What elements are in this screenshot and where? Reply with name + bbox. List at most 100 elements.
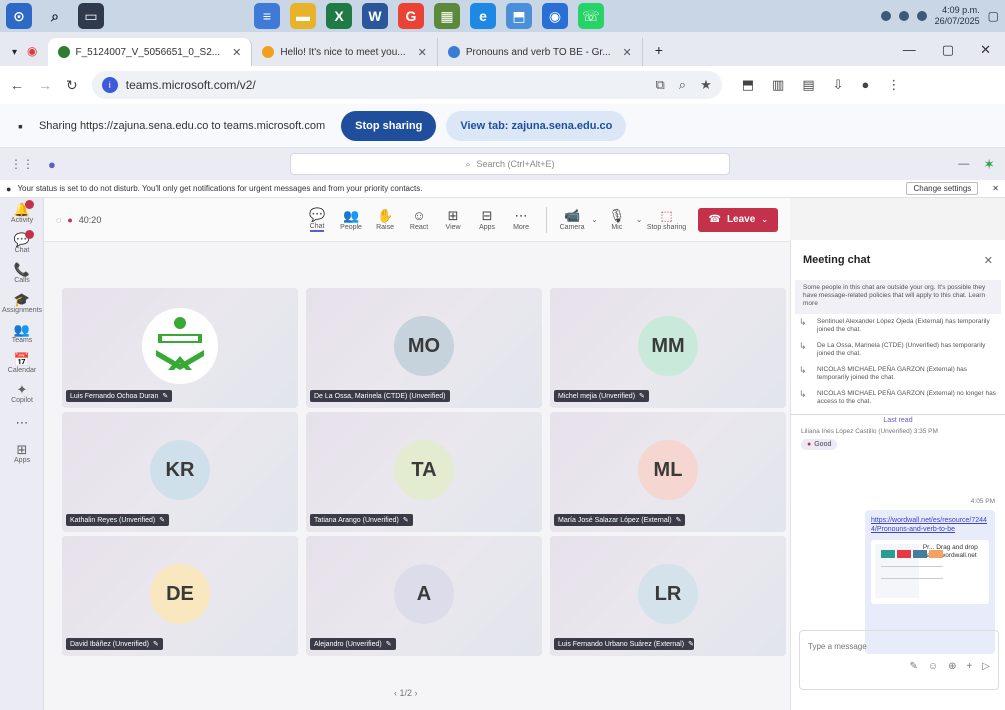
store-icon[interactable]: ⬒ (506, 3, 532, 29)
attach-icon[interactable]: ⊕ (948, 661, 956, 672)
task-view-icon[interactable]: ▭ (78, 3, 104, 29)
participant-tile[interactable]: MO De La Ossa, Marinela (CTDE) (Unverifi… (306, 288, 542, 408)
screen-share-icon[interactable]: ⧉ (656, 77, 665, 93)
participant-tile[interactable]: LR Luis Fernando Urbano Suárez (External… (550, 536, 786, 656)
back-icon[interactable]: ← (10, 77, 24, 93)
extensions-icon[interactable]: ⬒ (742, 77, 754, 93)
participant-tile[interactable]: ML María José Salazar López (External) ✎ (550, 412, 786, 532)
profile-icon[interactable]: ● (862, 77, 870, 93)
app-launcher-icon[interactable]: ⋮⋮ (10, 157, 34, 171)
teams-search-box[interactable]: ⌕ Search (Ctrl+Alt+E) (290, 153, 730, 175)
zoom-icon[interactable]: ⌕ (679, 77, 686, 93)
participant-tile[interactable]: TA Tatiana Arango (Unverified) ✎ (306, 412, 542, 532)
participant-tile[interactable]: DE David Ibáñez (Unverified) ✎ (62, 536, 298, 656)
link-preview-card[interactable]: Pr... Drag and drop eac... wordwall.net (871, 540, 989, 604)
browser-icon[interactable]: ◉ (542, 3, 568, 29)
system-message: ↳ NICOLAS MICHAEL PEÑA GARZON (External) … (799, 389, 996, 406)
notification-badge (25, 230, 34, 239)
mic-options-icon[interactable]: ⌄ (636, 215, 643, 224)
word-icon[interactable]: W (362, 3, 388, 29)
people-control[interactable]: 👥 People (336, 208, 366, 231)
battery-icon[interactable] (916, 11, 927, 21)
file-explorer-icon[interactable]: ≡ (254, 3, 280, 29)
rail-item-activity[interactable]: 🔔 Activity (0, 198, 44, 228)
leave-button[interactable]: ☎ Leave ⌄ (698, 207, 778, 232)
stop-sharing-button[interactable]: Stop sharing (341, 110, 437, 141)
apps-control[interactable]: ⊟ Apps (472, 208, 502, 231)
change-settings-button[interactable]: Change settings (906, 182, 979, 195)
search-icon[interactable]: ⌕ (42, 3, 68, 29)
profile-status-icon[interactable]: ✶ (983, 156, 995, 173)
send-icon[interactable]: ▷ (982, 661, 990, 672)
windows-start-icon[interactable]: ⊙ (6, 3, 32, 29)
reload-icon[interactable]: ↻ (66, 77, 78, 94)
message-input[interactable] (800, 631, 998, 661)
edge-icon[interactable]: e (470, 3, 496, 29)
whatsapp-icon[interactable]: ☏ (578, 3, 604, 29)
maximize-icon[interactable]: ▢ (942, 42, 954, 58)
rail-item-calendar[interactable]: 📅 Calendar (0, 348, 44, 378)
notifications-icon[interactable]: ▢ (988, 9, 999, 23)
participant-tile[interactable]: A Alejandro (Unverified) ✎ (306, 536, 542, 656)
new-tab-icon[interactable]: + (643, 42, 675, 66)
view-tab-button[interactable]: View tab: zajuna.sena.edu.co (446, 110, 627, 141)
tab-list-icon[interactable]: ▾ (6, 47, 27, 66)
message-link[interactable]: https://wordwall.net/es/resource/72444/P… (871, 516, 989, 534)
emoji-icon[interactable]: ☺ (928, 661, 938, 672)
view-control[interactable]: ⊞ View (438, 208, 468, 231)
reaction-pill[interactable]: ● Good (801, 439, 838, 450)
volume-icon[interactable] (898, 11, 909, 21)
folder-icon[interactable]: ▬ (290, 3, 316, 29)
excel-icon[interactable]: X (326, 3, 352, 29)
close-window-icon[interactable]: ✕ (980, 42, 991, 58)
rail-item-more[interactable]: ⋯ (0, 408, 44, 438)
mic-muted-icon: ✎ (385, 641, 392, 648)
sidebar-icon[interactable]: ▥ (772, 77, 784, 93)
rail-item-copilot[interactable]: ✦ Copilot (0, 378, 44, 408)
close-icon[interactable]: ✕ (984, 254, 993, 267)
react-control[interactable]: ☺ React (404, 208, 434, 231)
site-info-icon[interactable]: i (101, 77, 118, 93)
raise-hand-control[interactable]: ✋ Raise (370, 208, 400, 231)
more-control[interactable]: ⋯ More (506, 208, 536, 231)
chevron-left-icon[interactable]: ‹ (394, 688, 397, 698)
close-tab-icon[interactable]: ✕ (623, 46, 632, 59)
downloads-icon[interactable]: ⇩ (833, 77, 844, 93)
minimize-icon[interactable]: — (903, 42, 916, 58)
participant-tile[interactable]: KR Kathalin Reyes (Unverified) ✎ (62, 412, 298, 532)
tab-teams[interactable]: F_5124007_V_5056651_0_S2... ✕ (47, 38, 253, 66)
camera-control[interactable]: 📹 Camera (557, 208, 587, 231)
chat-control[interactable]: 💬 Chat (302, 207, 332, 232)
rail-item-chat[interactable]: 💬 Chat (0, 228, 44, 258)
rail-item-calls[interactable]: 📞 Calls (0, 258, 44, 288)
network-icon[interactable] (880, 11, 891, 21)
participant-name: María José Salazar López (External) ✎ (554, 514, 686, 526)
participant-tile[interactable]: Luis Fernando Ochoa Duran ✎ (62, 288, 298, 408)
rail-item-teams[interactable]: 👥 Teams (0, 318, 44, 348)
gallery-pager[interactable]: ‹ 1/2 › (394, 688, 418, 698)
last-read-divider: Last read (791, 414, 1005, 424)
tab-hello[interactable]: Hello! It's nice to meet you... ✕ (252, 38, 438, 66)
rail-item-assignments[interactable]: 🎓 Assignments (0, 288, 44, 318)
format-icon[interactable]: ✎ (909, 661, 917, 672)
chevron-right-icon[interactable]: › (415, 688, 418, 698)
stop-sharing-control[interactable]: ⬚ Stop sharing (646, 208, 686, 231)
chrome-icon[interactable]: G (398, 3, 424, 29)
tab-pronouns[interactable]: Pronouns and verb TO BE - Gr... ✕ (438, 38, 643, 66)
close-tab-icon[interactable]: ✕ (418, 46, 427, 59)
camera-options-icon[interactable]: ⌄ (591, 215, 598, 224)
settings-more-icon[interactable]: — (958, 158, 969, 170)
mic-control[interactable]: 🎙 Mic (602, 208, 632, 231)
close-tab-icon[interactable]: ✕ (232, 46, 241, 59)
dismiss-notice-icon[interactable]: ✕ (992, 184, 999, 193)
url-bar[interactable]: i teams.microsoft.com/v2/ ⧉ ⌕ ★ (91, 71, 722, 99)
bookmark-star-icon[interactable]: ★ (700, 77, 712, 93)
add-icon[interactable]: + (966, 661, 972, 672)
collections-icon[interactable]: ▤ (802, 77, 814, 93)
clock[interactable]: 4:09 p.m. 26/07/2025 (935, 5, 980, 27)
participant-tile[interactable]: MM Michel mejia (Unverified) ✎ (550, 288, 786, 408)
menu-icon[interactable]: ⋮ (887, 77, 900, 93)
app-icon[interactable]: ▦ (434, 3, 460, 29)
forward-icon[interactable]: → (38, 77, 52, 93)
rail-item-apps[interactable]: ⊞ Apps (0, 438, 44, 468)
